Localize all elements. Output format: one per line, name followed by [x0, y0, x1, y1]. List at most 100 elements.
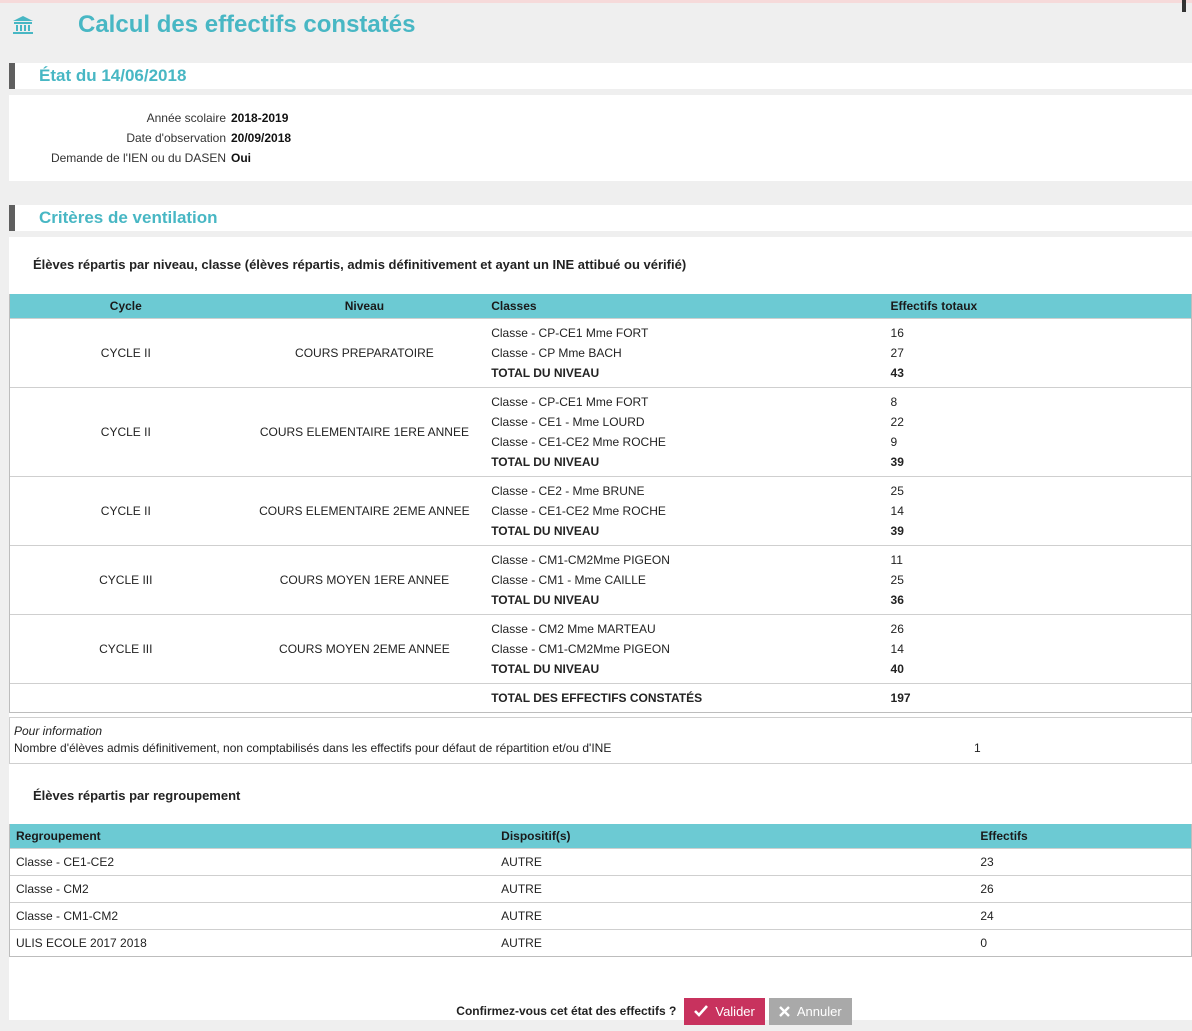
classe-name: Classe - CE1-CE2 Mme ROCHE: [491, 504, 666, 518]
regroupement-table: Regroupement Dispositif(s) Effectifs Cla…: [9, 824, 1192, 957]
info-label: Demande de l'IEN ou du DASEN: [50, 151, 226, 165]
table-row: Classe - CM1-CM2 AUTRE 24: [10, 902, 1191, 929]
classe-name: Classe - CE1-CE2 Mme ROCHE: [491, 435, 666, 449]
classe-name: Classe - CE1 - Mme LOURD: [491, 415, 645, 429]
regroupement-cell: Classe - CE1-CE2: [16, 855, 115, 869]
valider-button[interactable]: Valider: [684, 997, 765, 1025]
col-header-classes: Classes: [491, 299, 537, 313]
niveau-total-label: TOTAL DU NIVEAU: [491, 593, 600, 607]
niveau-table-header: Cycle Niveau Classes Effectifs totaux: [10, 294, 1191, 318]
regroupement-table-header: Regroupement Dispositif(s) Effectifs: [10, 824, 1191, 848]
classe-effectif: 25: [890, 484, 904, 498]
niveau-total-label: TOTAL DU NIVEAU: [491, 455, 600, 469]
classe-name: Classe - CM1 - Mme CAILLE: [491, 573, 646, 587]
corner-mark: [1182, 0, 1186, 12]
grand-total-label: TOTAL DES EFFECTIFS CONSTATÉS: [491, 691, 703, 705]
col-header-effectifs: Effectifs totaux: [890, 299, 978, 313]
effectif-cell: 0: [980, 936, 988, 950]
classe-name: Classe - CP Mme BACH: [491, 346, 622, 360]
grand-total-value: 197: [890, 691, 911, 705]
page-title: Calcul des effectifs constatés: [78, 11, 416, 38]
bank-icon: [13, 16, 33, 34]
confirm-footer: Confirmez-vous cet état des effectifs ? …: [0, 994, 1192, 1028]
regroupement-cell: ULIS ECOLE 2017 2018: [16, 936, 147, 950]
niveau-row-group: CYCLE II COURS PREPARATOIRE Classe - CP-CE…: [10, 318, 1191, 387]
table-row: ULIS ECOLE 2017 2018 AUTRE 0: [10, 929, 1191, 956]
info-value: Oui: [231, 151, 251, 165]
pour-information-text: Nombre d'élèves admis définitivement, no…: [14, 741, 612, 755]
section-etat-title: État du 14/06/2018: [39, 66, 187, 85]
niveau-total-value: 39: [890, 524, 904, 538]
classe-name: Classe - CM2 Mme MARTEAU: [491, 622, 656, 636]
subheading-niveau: Élèves répartis par niveau, classe (élèv…: [33, 257, 687, 272]
niveau-total-value: 40: [890, 662, 904, 676]
check-icon: [694, 1005, 709, 1017]
classe-name: Classe - CE2 - Mme BRUNE: [491, 484, 645, 498]
classe-effectif: 11: [890, 553, 903, 567]
effectifs-cell: 25 14 39: [887, 477, 1191, 545]
annuler-button[interactable]: Annuler: [768, 997, 852, 1025]
subheading-regroupement: Élèves répartis par regroupement: [33, 788, 241, 803]
classe-name: Classe - CM1-CM2Mme PIGEON: [491, 642, 670, 656]
effectifs-cell: 11 25 36: [887, 546, 1191, 614]
info-row-date: Date d'observation 20/09/2018: [9, 128, 291, 148]
info-value: 2018-2019: [231, 111, 289, 125]
effectif-cell: 23: [980, 855, 994, 869]
valider-label: Valider: [715, 1003, 755, 1019]
classe-name: Classe - CP-CE1 Mme FORT: [491, 326, 649, 340]
page-top-edge: [0, 0, 1192, 3]
classe-effectif: 14: [890, 642, 904, 656]
cycle-cell: CYCLE III: [99, 642, 153, 656]
col-header-dispositif: Dispositif(s): [501, 829, 571, 843]
info-label: Date d'observation: [126, 131, 226, 145]
close-icon: [779, 1005, 790, 1017]
classes-cell: Classe - CM2 Mme MARTEAU Classe - CM1-CM2…: [487, 615, 886, 683]
pour-information-box: Pour information Nombre d'élèves admis d…: [9, 717, 1192, 764]
cycle-cell: CYCLE II: [100, 504, 151, 518]
table-row: Classe - CM2 AUTRE 26: [10, 875, 1191, 902]
niveau-row-group: CYCLE II COURS ELEMENTAIRE 2EME ANNEE Clas…: [10, 476, 1191, 545]
dispositif-cell: AUTRE: [501, 936, 542, 950]
classe-effectif: 22: [890, 415, 904, 429]
classes-cell: Classe - CP-CE1 Mme FORT Classe - CP Mme …: [487, 319, 886, 387]
niveau-groups: CYCLE II COURS PREPARATOIRE Classe - CP-CE…: [10, 318, 1191, 683]
pour-information-value: 1: [974, 741, 981, 755]
niveau-row-group: CYCLE III COURS MOYEN 2EME ANNEE Classe - …: [10, 614, 1191, 683]
regroupement-rows: Classe - CE1-CE2 AUTRE 23 Classe - CM2 AUTRE…: [10, 848, 1191, 956]
niveau-total-label: TOTAL DU NIVEAU: [491, 524, 600, 538]
section-criteres-header: Critères de ventilation: [9, 205, 1192, 231]
classe-effectif: 25: [890, 573, 904, 587]
cycle-cell: CYCLE III: [99, 573, 153, 587]
classe-effectif: 8: [890, 395, 898, 409]
classe-effectif: 26: [890, 622, 904, 636]
niveau-total-label: TOTAL DU NIVEAU: [491, 662, 600, 676]
niveau-cell: COURS ELEMENTAIRE 1ERE ANNEE: [259, 425, 469, 439]
col-header-regroupement: Regroupement: [16, 829, 101, 843]
classe-effectif: 16: [890, 326, 904, 340]
grand-total-row: TOTAL DES EFFECTIFS CONSTATÉS 197: [10, 683, 1191, 712]
niveau-total-value: 43: [890, 366, 904, 380]
section-criteres-title: Critères de ventilation: [39, 208, 218, 227]
cycle-cell: CYCLE II: [100, 346, 151, 360]
effectifs-cell: 8 22 9 39: [887, 388, 1191, 476]
page-header: Calcul des effectifs constatés: [12, 8, 415, 42]
col-header-effectifs-reg: Effectifs: [980, 829, 1028, 843]
classes-cell: Classe - CP-CE1 Mme FORT Classe - CE1 - M…: [487, 388, 886, 476]
col-header-niveau: Niveau: [344, 299, 385, 313]
confirm-question: Confirmez-vous cet état des effectifs ?: [456, 1004, 677, 1018]
info-value: 20/09/2018: [231, 131, 292, 145]
etat-info-panel: Année scolaire 2018-2019 Date d'observat…: [9, 95, 1192, 181]
pour-information-title: Pour information: [14, 724, 103, 738]
info-row-demande: Demande de l'IEN ou du DASEN Oui: [9, 148, 251, 168]
cycle-cell: CYCLE II: [100, 425, 151, 439]
niveau-cell: COURS ELEMENTAIRE 2EME ANNEE: [259, 504, 470, 518]
effectifs-cell: 26 14 40: [887, 615, 1191, 683]
classe-name: Classe - CM1-CM2Mme PIGEON: [491, 553, 670, 567]
info-row-annee: Année scolaire 2018-2019: [9, 108, 289, 128]
classes-cell: Classe - CM1-CM2Mme PIGEON Classe - CM1 -…: [487, 546, 886, 614]
regroupement-cell: Classe - CM2: [16, 882, 89, 896]
niveau-table: Cycle Niveau Classes Effectifs totaux CY…: [9, 294, 1192, 713]
dispositif-cell: AUTRE: [501, 909, 542, 923]
col-header-cycle: Cycle: [109, 299, 142, 313]
classes-cell: Classe - CE2 - Mme BRUNE Classe - CE1-CE2…: [487, 477, 886, 545]
